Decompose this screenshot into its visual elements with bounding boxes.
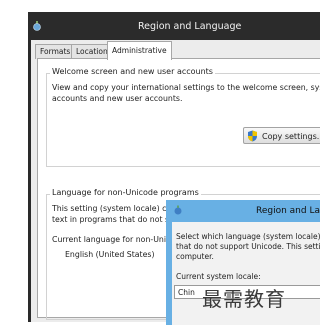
dialog-description-line2: that do not support Unicode. This setti [176, 242, 320, 251]
copy-settings-label: Copy settings... [262, 132, 320, 141]
welcome-description-line1: View and copy your international setting… [52, 83, 320, 92]
current-system-locale-label: Current system locale: [176, 272, 261, 281]
globe-icon [174, 205, 182, 215]
watermark-text: 最需教育 [202, 287, 286, 311]
tab-formats[interactable]: Formats [35, 44, 76, 59]
globe-icon [33, 21, 41, 31]
non-unicode-group-title: Language for non-Unicode programs [50, 188, 201, 197]
current-language-value: English (United States) [65, 250, 155, 259]
window-titlebar[interactable]: Region and Language [28, 12, 320, 40]
welcome-group-title: Welcome screen and new user accounts [50, 67, 215, 76]
current-language-label: Current language for non-Unic [52, 235, 171, 244]
non-unicode-description-line2: text in programs that do not su [52, 215, 175, 224]
dialog-description-line1: Select which language (system locale) [176, 232, 320, 241]
copy-settings-button[interactable]: Copy settings... [243, 127, 320, 144]
tab-administrative[interactable]: Administrative [107, 41, 172, 60]
welcome-description-line2: accounts and new user accounts. [52, 94, 183, 103]
window-title: Region and Language [138, 21, 242, 32]
shield-icon [248, 130, 257, 142]
welcome-screen-group: Welcome screen and new user accounts Vie… [46, 67, 320, 167]
dialog-description-line3: computer. [176, 252, 214, 261]
dialog-title: Region and La [256, 206, 320, 216]
